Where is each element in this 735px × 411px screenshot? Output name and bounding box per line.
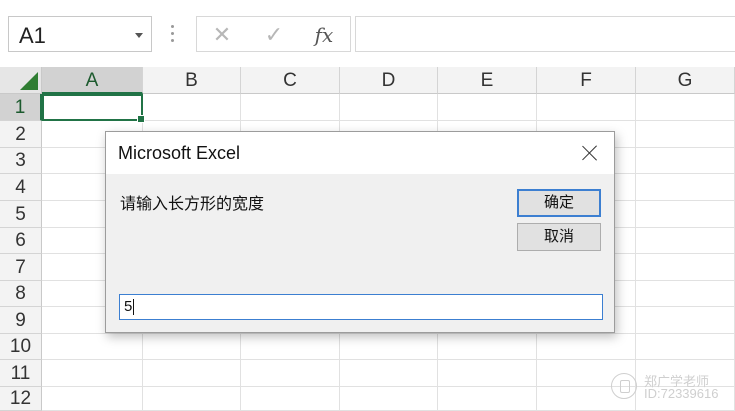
insert-function-icon[interactable]: fx: [311, 23, 337, 47]
formula-input[interactable]: [355, 16, 735, 52]
text-caret: [133, 299, 135, 316]
column-header-d[interactable]: D: [340, 67, 438, 94]
dialog-title-bar: Microsoft Excel: [106, 132, 614, 174]
fill-handle[interactable]: [137, 115, 145, 123]
formula-buttons: ✕ ✓ fx: [196, 16, 351, 52]
column-header-c[interactable]: C: [241, 67, 340, 94]
name-box-value: A1: [19, 23, 46, 48]
chevron-down-icon[interactable]: [135, 33, 143, 38]
gridline-horizontal: [42, 359, 735, 360]
ok-button[interactable]: 确定: [517, 189, 601, 217]
close-icon[interactable]: [574, 138, 606, 168]
cancel-button[interactable]: 取消: [517, 223, 601, 251]
column-header-f[interactable]: F: [537, 67, 636, 94]
row-header-8[interactable]: 8: [0, 281, 42, 307]
row-header-3[interactable]: 3: [0, 148, 42, 174]
more-options-icon[interactable]: [171, 25, 174, 43]
row-header-4[interactable]: 4: [0, 174, 42, 201]
dialog-input-value: 5: [124, 298, 133, 315]
watermark-id: ID:72339616: [644, 386, 719, 401]
dialog-input-field[interactable]: 5: [119, 294, 603, 320]
row-header-12[interactable]: 12: [0, 387, 42, 411]
gridline-horizontal: [42, 333, 735, 334]
dialog-title: Microsoft Excel: [118, 143, 241, 163]
row-header-6[interactable]: 6: [0, 228, 42, 254]
enter-icon[interactable]: ✓: [261, 23, 287, 47]
cancel-icon[interactable]: ✕: [209, 23, 235, 47]
column-header-b[interactable]: B: [143, 67, 241, 94]
row-header-9[interactable]: 9: [0, 307, 42, 334]
row-header-2[interactable]: 2: [0, 121, 42, 148]
select-all-corner[interactable]: [0, 67, 42, 94]
dialog-prompt: 请输入长方形的宽度: [120, 196, 265, 213]
column-header-a[interactable]: A: [42, 67, 143, 94]
name-box[interactable]: A1: [8, 16, 152, 52]
watermark: 郑广学老师 ID:72339616: [611, 369, 735, 409]
row-header-10[interactable]: 10: [0, 334, 42, 360]
formula-bar: A1 ✕ ✓ fx: [0, 0, 735, 68]
active-cell-a1[interactable]: [42, 94, 145, 123]
row-header-11[interactable]: 11: [0, 360, 42, 387]
row-header-7[interactable]: 7: [0, 254, 42, 281]
row-header-5[interactable]: 5: [0, 201, 42, 228]
column-header-e[interactable]: E: [438, 67, 537, 94]
gridline-horizontal: [42, 120, 735, 121]
watermark-logo-icon: [611, 373, 637, 399]
column-header-g[interactable]: G: [636, 67, 735, 94]
row-header-1[interactable]: 1: [0, 94, 42, 121]
select-all-triangle-icon: [20, 72, 38, 90]
input-box-dialog: Microsoft Excel 请输入长方形的宽度 确定 取消 5: [105, 131, 615, 333]
